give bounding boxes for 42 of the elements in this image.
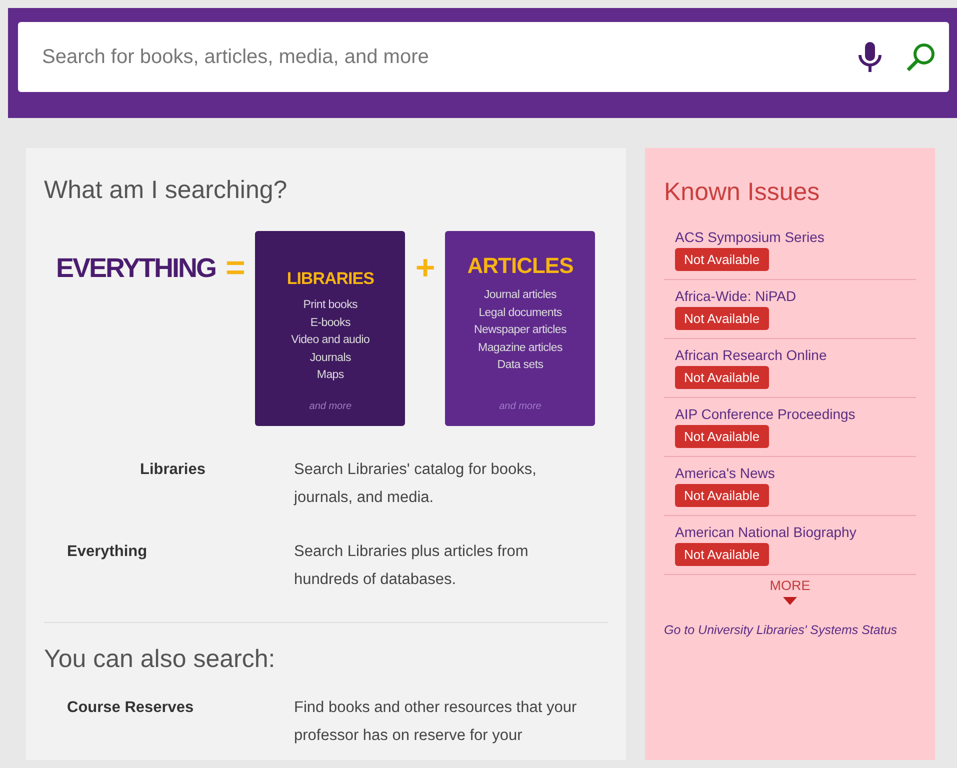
panel-title: LIBRARIES	[286, 269, 374, 289]
panel-item: Magazine articles	[478, 340, 562, 356]
panel-more-text: and more	[499, 401, 542, 412]
panel-item: Journal articles	[484, 288, 557, 303]
more-button[interactable]: MORE	[764, 577, 816, 606]
panel-item: Data sets	[497, 358, 544, 373]
panel-item: E-books	[310, 316, 350, 330]
panel-more-text: and more	[309, 401, 352, 412]
status-badge: Not Available	[675, 484, 769, 507]
definition-text: Search Libraries plus articles from hundreds of databases.	[294, 542, 530, 590]
resource-link[interactable]: Africa-Wide: NiPAD	[675, 288, 796, 304]
search-bar[interactable]: Search for books, articles, media, and more	[18, 22, 949, 92]
status-badge: Not Available	[675, 307, 769, 330]
resource-link[interactable]: African Research Online	[675, 347, 827, 363]
caret-icon	[783, 597, 797, 605]
plus-sign: +	[415, 249, 436, 288]
resource-link[interactable]: American National Biography	[675, 524, 856, 540]
status-badge: Not Available	[675, 366, 769, 389]
resource-link[interactable]: America's News	[675, 465, 775, 481]
status-badge: Not Available	[675, 543, 769, 566]
equals-sign: =	[226, 249, 246, 288]
systems-status-link[interactable]: Go to University Libraries' Systems Status	[664, 622, 898, 638]
panel-item: Newspaper articles	[474, 323, 566, 338]
status-badge: Not Available	[675, 425, 769, 448]
panel-item: Print books	[303, 298, 358, 313]
panel-item: Video and audio	[291, 333, 370, 348]
section-title: What am I searching?	[44, 176, 288, 205]
panel-heading: Known Issues	[664, 178, 821, 207]
panel-title: ARTICLES	[467, 253, 574, 279]
infographic-word: EVERYTHING	[56, 253, 216, 284]
resource-link[interactable]: AIP Conference Proceedings	[675, 406, 856, 422]
status-badge: Not Available	[675, 248, 769, 271]
panel-item: Maps	[316, 368, 344, 383]
definition-term: Course Reserves	[67, 698, 194, 718]
definition-term: Everything	[67, 542, 148, 562]
panel-item: Legal documents	[478, 306, 562, 320]
panel-item: Journals	[310, 350, 351, 366]
definition-text: Search Libraries' catalog for books, journals, and media.	[294, 460, 538, 508]
section-title: You can also search:	[44, 645, 276, 674]
definition-term: Libraries	[139, 460, 206, 480]
resource-link[interactable]: ACS Symposium Series	[675, 229, 824, 245]
definition-text: Find books and other resources that your professor has on reserve for your	[294, 698, 578, 746]
